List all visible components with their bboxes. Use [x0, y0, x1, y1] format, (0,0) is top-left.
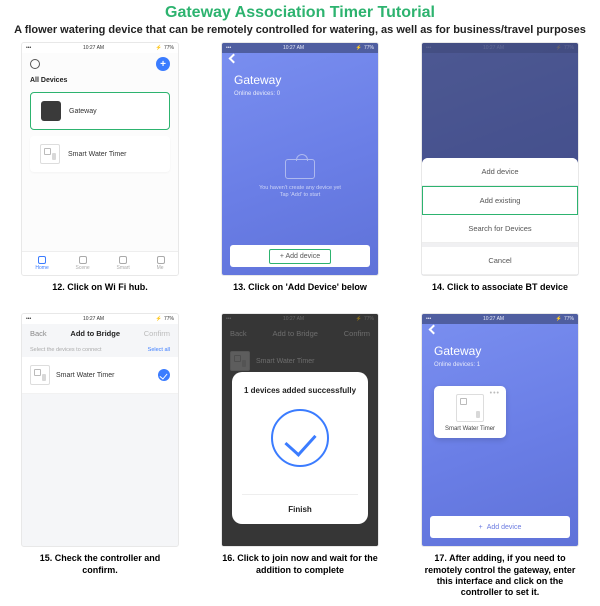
back-icon[interactable] [429, 325, 439, 335]
bottom-tabs: Home Scene Smart Me [22, 251, 178, 275]
confirm-button[interactable]: Confirm [144, 329, 170, 338]
screen-15: •••10:27 AM ⚡77% Back Add to Bridge Conf… [21, 313, 179, 547]
back-button[interactable]: Back [30, 329, 47, 338]
caption-12: 12. Click on Wi Fi hub. [52, 282, 147, 293]
tab-me[interactable]: Me [157, 256, 165, 271]
status-bar: •••10:27 AM ⚡77% [422, 314, 578, 324]
action-sheet: Add device Add existing Search for Devic… [422, 158, 578, 275]
all-devices-tab[interactable]: All Devices [22, 75, 178, 86]
step-17: •••10:27 AM ⚡77% Gateway Online devices:… [414, 313, 586, 598]
more-icon[interactable]: ••• [490, 390, 500, 397]
gateway-subtitle: Online devices: 1 [434, 362, 480, 368]
add-device-bar[interactable]: + Add device [430, 516, 570, 538]
modal-title: 1 devices added successfully [244, 386, 356, 395]
screen-14: •••10:27 AM ⚡77% Add device Add existing… [421, 42, 579, 276]
device-row[interactable]: Smart Water Timer [22, 357, 178, 394]
caption-14: 14. Click to associate BT device [432, 282, 568, 293]
step-13: •••10:27 AM ⚡77% Gateway Online devices:… [214, 42, 386, 293]
check-icon[interactable] [158, 369, 170, 381]
screen-title: Add to Bridge [70, 329, 120, 338]
select-all-button[interactable]: Select all [148, 347, 170, 353]
sheet-add-existing[interactable]: Add existing [422, 186, 578, 215]
add-device-button[interactable]: + Add device [269, 249, 331, 264]
status-bar: •••10:27 AM ⚡77% [222, 43, 378, 53]
screen-17: •••10:27 AM ⚡77% Gateway Online devices:… [421, 313, 579, 547]
smart-timer-label: Smart Water Timer [68, 151, 126, 158]
hint-text: Select the devices to connect [30, 347, 102, 353]
status-bar: •••10:27 AM ⚡77% [22, 43, 178, 53]
sheet-cancel[interactable]: Cancel [422, 247, 578, 275]
step-12: •••10:27 AM ⚡77% + All Devices Gateway S… [14, 42, 186, 293]
tab-scene[interactable]: Scene [76, 256, 90, 271]
gateway-title: Gateway [234, 73, 281, 87]
step-15: •••10:27 AM ⚡77% Back Add to Bridge Conf… [14, 313, 186, 598]
sheet-search[interactable]: Search for Devices [422, 215, 578, 243]
gateway-label: Gateway [69, 108, 97, 115]
tab-home[interactable]: Home [35, 256, 48, 271]
timer-icon [456, 394, 484, 422]
caption-17: 17. After adding, if you need to remotel… [421, 553, 579, 598]
gateway-title: Gateway [434, 344, 481, 358]
success-check-icon [271, 409, 329, 467]
screen-16: •••10:27 AM ⚡77% Back Add to Bridge Conf… [221, 313, 379, 547]
add-device-bar[interactable]: + Add device [230, 245, 370, 267]
page-title: Gateway Association Timer Tutorial [0, 0, 600, 24]
gateway-subtitle: Online devices: 0 [234, 91, 280, 97]
finish-button[interactable]: Finish [242, 494, 358, 524]
device-card-label: Smart Water Timer [440, 426, 500, 432]
timer-icon [40, 144, 60, 164]
smart-timer-item[interactable]: Smart Water Timer [30, 136, 170, 172]
profile-icon[interactable] [30, 59, 40, 69]
screen-13: •••10:27 AM ⚡77% Gateway Online devices:… [221, 42, 379, 276]
sheet-add-device[interactable]: Add device [422, 158, 578, 186]
success-modal: 1 devices added successfully Finish [232, 372, 368, 524]
step-16: •••10:27 AM ⚡77% Back Add to Bridge Conf… [214, 313, 386, 598]
device-card[interactable]: ••• Smart Water Timer [434, 386, 506, 438]
device-label: Smart Water Timer [56, 372, 114, 379]
screen-12: •••10:27 AM ⚡77% + All Devices Gateway S… [21, 42, 179, 276]
gateway-card[interactable]: Gateway [30, 92, 170, 130]
timer-icon [30, 365, 50, 385]
tutorial-grid: •••10:27 AM ⚡77% + All Devices Gateway S… [0, 42, 600, 606]
empty-text: You haven't create any device yetTap 'Ad… [222, 185, 378, 199]
back-icon[interactable] [229, 54, 239, 64]
page-subtitle: A flower watering device that can be rem… [0, 24, 600, 42]
hub-icon [41, 101, 61, 121]
caption-16: 16. Click to join now and wait for the a… [221, 553, 379, 576]
status-bar: •••10:27 AM ⚡77% [22, 314, 178, 324]
caption-15: 15. Check the controller and confirm. [21, 553, 179, 576]
empty-icon [285, 159, 315, 179]
tab-smart[interactable]: Smart [116, 256, 129, 271]
add-button[interactable]: + [156, 57, 170, 71]
step-14: •••10:27 AM ⚡77% Add device Add existing… [414, 42, 586, 293]
caption-13: 13. Click on 'Add Device' below [233, 282, 367, 293]
